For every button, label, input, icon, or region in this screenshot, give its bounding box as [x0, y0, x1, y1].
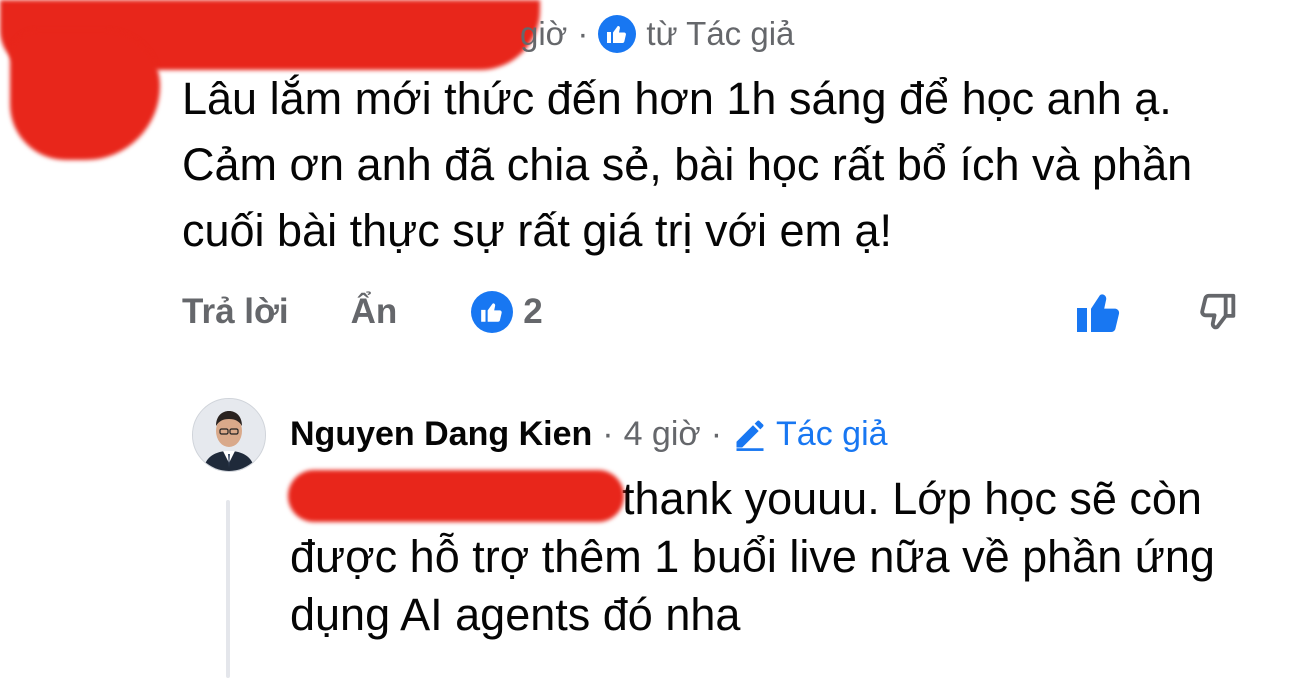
like-badge-icon [598, 15, 637, 53]
reaction-summary[interactable]: 2 [471, 291, 543, 333]
reaction-from-author: từ Tác giả [646, 15, 795, 52]
hide-button[interactable]: Ẩn [351, 292, 398, 332]
reply-button[interactable]: Trả lời [182, 292, 289, 332]
comment-meta: giờ · từ Tác giả [520, 8, 794, 60]
thumb-down-icon[interactable] [1195, 290, 1241, 336]
comment-thread: giờ · từ Tác giả Lâu lắm mới thức đến hơ… [0, 0, 1290, 678]
avatar[interactable] [192, 398, 266, 472]
like-count: 2 [523, 292, 543, 331]
comment-time: giờ [520, 15, 568, 52]
meta-separator: · [602, 414, 614, 453]
comment-body: Lâu lắm mới thức đến hơn 1h sáng để học … [182, 73, 1193, 256]
thumb-up-icon[interactable] [1075, 288, 1123, 336]
meta-separator: · [710, 414, 723, 453]
thread-connector [226, 500, 230, 678]
reply-author-name[interactable]: Nguyen Dang Kien [290, 415, 592, 454]
reply-time[interactable]: 4 giờ [624, 415, 701, 454]
redaction-scribble-left [10, 30, 160, 160]
redaction-scribble-mention [288, 470, 624, 522]
author-tag-label: Tác giả [776, 414, 888, 453]
like-count-icon [471, 291, 514, 333]
meta-separator: · [577, 15, 589, 52]
reply-meta: Nguyen Dang Kien · 4 giờ · Tác giả [290, 408, 888, 460]
author-badge: Tác giả [732, 415, 888, 454]
pencil-icon [736, 420, 764, 451]
